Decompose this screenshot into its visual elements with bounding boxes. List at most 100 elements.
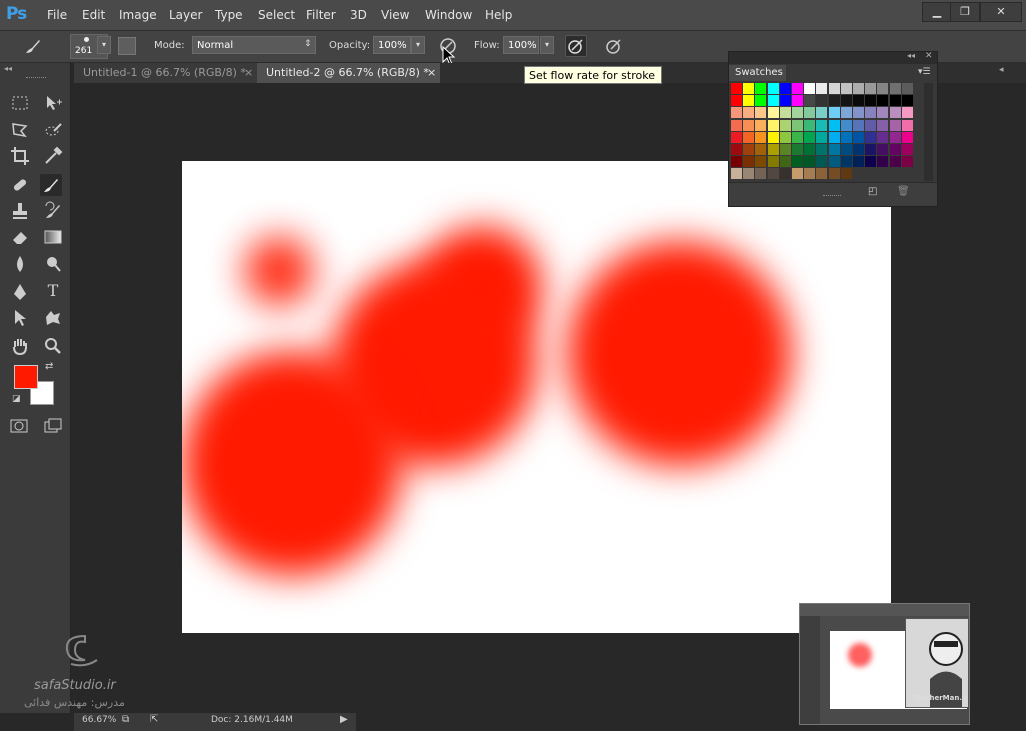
swatch[interactable]: [901, 119, 913, 131]
menu-help[interactable]: Help: [485, 8, 512, 22]
swatch[interactable]: [853, 119, 864, 131]
swatches-scrollbar[interactable]: [924, 83, 933, 181]
swatch[interactable]: [853, 156, 864, 168]
swatch[interactable]: [889, 144, 901, 155]
swatch[interactable]: [828, 168, 840, 180]
swatch[interactable]: [779, 131, 791, 143]
swatch[interactable]: [816, 95, 828, 107]
swatch[interactable]: [804, 168, 816, 180]
swatch[interactable]: [816, 131, 828, 143]
swatch[interactable]: [816, 168, 828, 180]
marquee-tool-icon[interactable]: [9, 92, 31, 114]
swatch[interactable]: [743, 168, 755, 180]
swatch[interactable]: [865, 131, 877, 143]
clone-stamp-tool-icon[interactable]: [9, 200, 31, 222]
panel-header[interactable]: ◂◂ ✕: [729, 51, 937, 64]
swatch[interactable]: [865, 156, 877, 168]
swatch[interactable]: [865, 119, 877, 131]
panel-grip[interactable]: [823, 195, 841, 199]
brush-tool-icon[interactable]: [22, 35, 44, 57]
swatch[interactable]: [804, 95, 816, 107]
swatch[interactable]: [816, 144, 828, 155]
swatch[interactable]: [755, 144, 767, 155]
swatch[interactable]: [731, 83, 742, 94]
tab-close-icon[interactable]: ×: [427, 63, 436, 83]
status-options-icon[interactable]: ⧉: [122, 714, 129, 725]
custom-shape-tool-icon[interactable]: [42, 307, 64, 329]
swatch[interactable]: [743, 107, 755, 119]
collapse-tools-icon[interactable]: ◂◂: [4, 64, 12, 73]
swatch[interactable]: [865, 95, 877, 107]
blur-tool-icon[interactable]: [9, 253, 31, 275]
share-icon[interactable]: ⇱: [150, 714, 158, 725]
menu-window[interactable]: Window: [425, 8, 472, 22]
mode-select[interactable]: Normal: [192, 36, 316, 54]
pressure-size-icon[interactable]: [603, 35, 625, 57]
foreground-color-swatch[interactable]: [14, 365, 38, 389]
history-brush-tool-icon[interactable]: [42, 200, 64, 222]
swatch[interactable]: [853, 107, 864, 119]
swatch[interactable]: [743, 83, 755, 94]
tools-grip[interactable]: [26, 77, 46, 81]
crop-tool-icon[interactable]: [9, 145, 31, 167]
swatch[interactable]: [840, 83, 852, 94]
expand-panels-icon[interactable]: ◂: [999, 65, 1004, 75]
swatch[interactable]: [767, 168, 779, 180]
swatch[interactable]: [828, 83, 840, 94]
minimize-button[interactable]: ▁: [922, 2, 952, 22]
swatch[interactable]: [792, 119, 803, 131]
swatch[interactable]: [755, 156, 767, 168]
close-window-button[interactable]: ✕: [980, 2, 1022, 22]
swatch[interactable]: [767, 131, 779, 143]
swatch[interactable]: [779, 95, 791, 107]
eyedropper-tool-icon[interactable]: [42, 145, 64, 167]
default-colors-icon[interactable]: ◪: [12, 394, 21, 404]
swatch[interactable]: [743, 156, 755, 168]
swatch[interactable]: [889, 156, 901, 168]
swatch[interactable]: [901, 83, 913, 94]
swatch[interactable]: [731, 131, 742, 143]
swatch[interactable]: [901, 156, 913, 168]
menu-layer[interactable]: Layer: [169, 8, 202, 22]
swatch[interactable]: [877, 144, 889, 155]
swatch[interactable]: [779, 156, 791, 168]
swatch[interactable]: [779, 144, 791, 155]
document-canvas[interactable]: [182, 161, 891, 633]
swatch[interactable]: [792, 131, 803, 143]
swatch[interactable]: [853, 83, 864, 94]
swatch[interactable]: [804, 119, 816, 131]
dodge-tool-icon[interactable]: [42, 253, 64, 275]
swatch[interactable]: [767, 119, 779, 131]
swatch[interactable]: [840, 144, 852, 155]
menu-edit[interactable]: Edit: [82, 8, 105, 22]
swatches-tab[interactable]: Swatches: [729, 65, 786, 81]
swatch[interactable]: [804, 83, 816, 94]
swatch[interactable]: [901, 107, 913, 119]
swatch[interactable]: [755, 83, 767, 94]
new-swatch-icon[interactable]: ◰: [868, 186, 877, 197]
swatch[interactable]: [743, 95, 755, 107]
swatch[interactable]: [792, 107, 803, 119]
gradient-tool-icon[interactable]: [42, 226, 64, 248]
collapse-panel-icon[interactable]: ◂◂: [907, 51, 915, 60]
airbrush-icon[interactable]: [565, 35, 587, 57]
swatch[interactable]: [755, 119, 767, 131]
panel-menu-icon[interactable]: ▾☰: [918, 67, 931, 77]
brush-preset-dropdown[interactable]: ▾: [97, 36, 111, 54]
swatch[interactable]: [792, 83, 803, 94]
swatch[interactable]: [779, 83, 791, 94]
swatch[interactable]: [877, 131, 889, 143]
opacity-input[interactable]: 100%: [373, 36, 411, 54]
swatch[interactable]: [828, 131, 840, 143]
swatch[interactable]: [816, 156, 828, 168]
swatch[interactable]: [731, 107, 742, 119]
close-panel-icon[interactable]: ✕: [925, 51, 933, 61]
flow-dropdown[interactable]: ▾: [540, 36, 554, 54]
move-tool-icon[interactable]: [42, 92, 64, 114]
swatch[interactable]: [816, 83, 828, 94]
swatch[interactable]: [889, 107, 901, 119]
menu-image[interactable]: Image: [119, 8, 157, 22]
swatch[interactable]: [901, 95, 913, 107]
brush-panel-toggle-icon[interactable]: [118, 37, 136, 55]
healing-brush-tool-icon[interactable]: [9, 174, 31, 196]
